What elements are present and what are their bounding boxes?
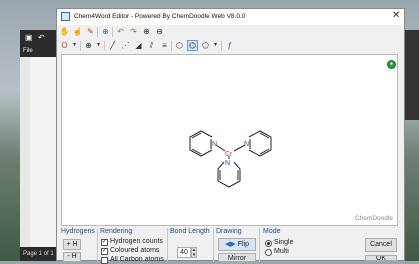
rendering-header: Rendering <box>100 228 133 235</box>
word-file-menu[interactable]: File <box>23 48 33 54</box>
dialog-title: Chem4Word Editor - Powered By ChemDoodle… <box>74 13 246 20</box>
add-hydrogen-button[interactable]: + H <box>63 239 81 250</box>
chemdoodle-watermark: ChemDoodle <box>355 215 393 222</box>
lasso-icon[interactable]: ☝ <box>72 26 83 37</box>
mode-panel: Mode Single Multi <box>263 228 307 262</box>
drawing-panel: Drawing ◀▶ Flip Mirror <box>216 228 260 262</box>
wedge-bond-icon[interactable]: ◢ <box>133 40 144 51</box>
coloured-atoms-checkbox[interactable]: ✓ <box>101 248 108 255</box>
nitrogen-atom-right[interactable]: N <box>244 141 249 148</box>
mode-single-label: Single <box>274 239 294 246</box>
drawing-canvas[interactable]: N N N Cr ● ChemDoodle <box>61 54 398 226</box>
word-sidebar <box>20 57 30 261</box>
coloured-atoms-label: Coloured atoms <box>110 247 160 254</box>
center-icon[interactable]: ⊕ <box>100 26 111 37</box>
dialog-titlebar: Chem4Word Editor - Powered By ChemDoodle… <box>57 9 404 25</box>
chem4word-editor-dialog: Chem4Word Editor - Powered By ChemDoodle… <box>56 8 405 264</box>
hydrogen-counts-checkbox[interactable]: ✓ <box>101 239 108 246</box>
mode-multi-label: Multi <box>274 248 289 255</box>
nitrogen-atom-bottom[interactable]: N <box>225 160 230 167</box>
hydrogens-header: Hydrogens <box>61 228 95 235</box>
hydrogen-counts-label: Hydrogen counts <box>110 238 163 245</box>
cancel-button[interactable]: Cancel <box>365 238 397 252</box>
bond-length-input[interactable]: 40 <box>177 247 191 258</box>
mode-single-radio[interactable] <box>265 240 272 247</box>
all-carbon-atoms-label: All Carbon atoms <box>110 256 164 262</box>
chevron-down-icon[interactable]: ▾ <box>93 40 104 51</box>
drawing-header: Drawing <box>216 228 242 235</box>
zoom-in-icon[interactable]: ⊕ <box>141 26 152 37</box>
benzene-icon[interactable]: ⌬ <box>187 40 198 51</box>
rendering-panel: Rendering ✓ Hydrogen counts ✓ Coloured a… <box>100 228 170 264</box>
flip-label: Flip <box>237 241 249 248</box>
flip-button[interactable]: ◀▶ Flip <box>218 238 256 251</box>
chevron-down-icon[interactable]: ▾ <box>69 40 80 51</box>
status-dot-icon[interactable]: ● <box>387 60 396 69</box>
undo-icon[interactable]: ↶ <box>38 33 45 42</box>
bond-length-header: Bond Length <box>170 228 210 235</box>
zoom-out-icon[interactable]: ⊖ <box>154 26 165 37</box>
save-icon[interactable]: ▣ <box>25 33 33 42</box>
flip-icon: ◀▶ <box>224 241 236 248</box>
metal-atom-center[interactable]: Cr <box>225 151 233 158</box>
chevron-down-icon[interactable]: ▾ <box>210 40 221 51</box>
hydrogens-panel: Hydrogens + H - H <box>61 228 101 262</box>
single-bond-icon[interactable]: ╱ <box>107 40 118 51</box>
undo-icon[interactable]: ↶ <box>115 26 126 37</box>
redo-icon[interactable]: ↷ <box>128 26 139 37</box>
eraser-icon[interactable]: ✎ <box>85 26 96 37</box>
hexagon-icon[interactable]: ⬡ <box>174 40 185 51</box>
close-button[interactable]: ✕ <box>392 10 400 21</box>
triple-bond-icon[interactable]: ≡ <box>159 40 170 51</box>
chem4word-app-icon <box>61 12 70 21</box>
nitrogen-atom-left[interactable]: N <box>212 141 217 148</box>
attribute-icon[interactable]: ƒ <box>224 40 235 51</box>
molecule-structure: N N N Cr <box>189 130 272 188</box>
mode-header: Mode <box>263 228 281 235</box>
mode-multi-radio[interactable] <box>265 249 272 256</box>
double-bond-icon[interactable]: ⫽ <box>146 40 157 51</box>
ok-button[interactable]: OK <box>365 255 397 261</box>
bond-length-panel: Bond Length 40 ▴ ▾ <box>170 228 214 262</box>
bond-length-spinner[interactable]: ▴ ▾ <box>191 247 197 258</box>
hand-icon[interactable]: ✋ <box>59 26 70 37</box>
dashed-bond-icon[interactable]: ⋰ <box>120 40 131 51</box>
